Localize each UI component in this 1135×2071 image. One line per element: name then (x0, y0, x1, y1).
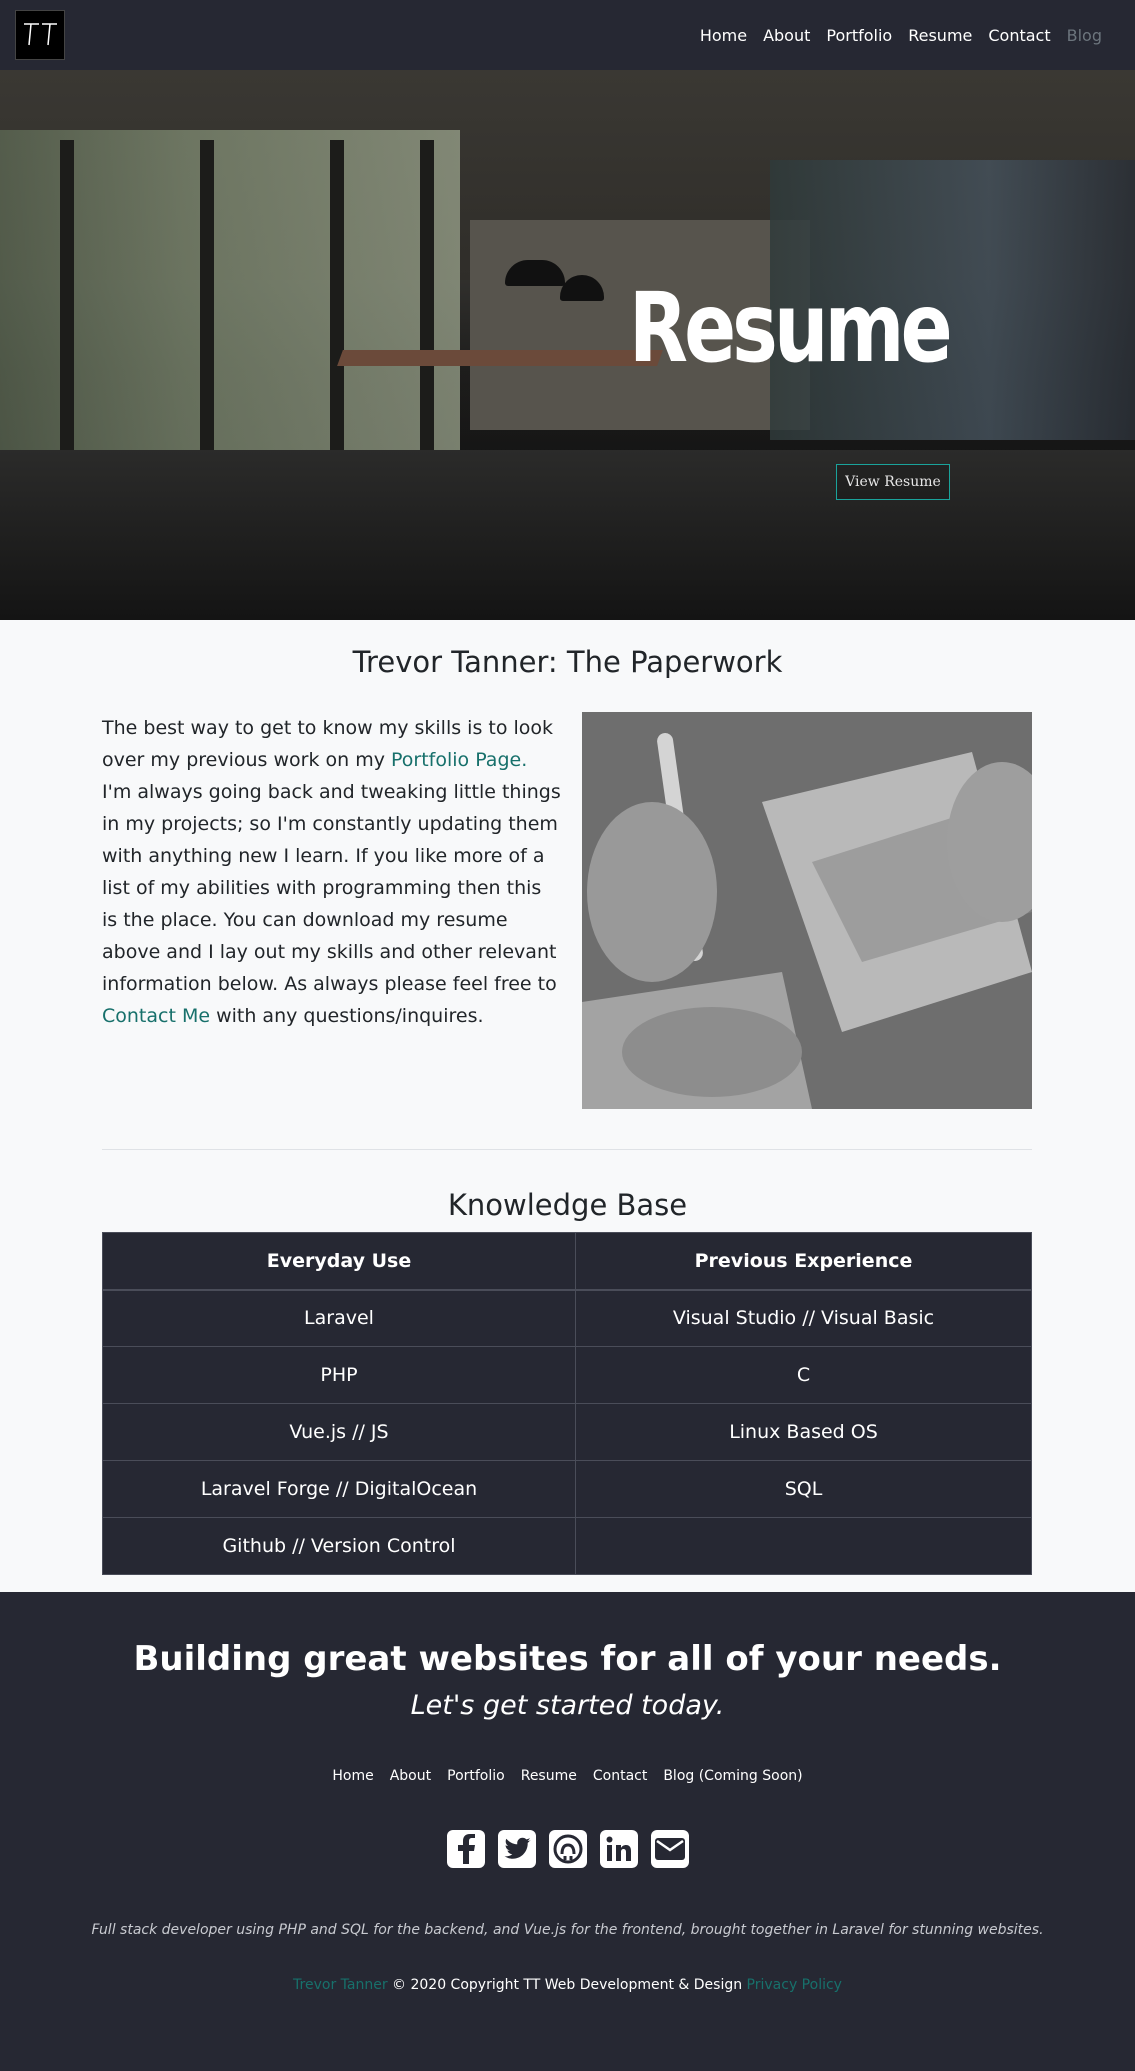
footer-link-contact[interactable]: Contact (593, 1768, 647, 1784)
hero-banner: Resume View Resume (0, 70, 1135, 620)
hero-title: Resume (629, 272, 953, 384)
hero-floor (0, 450, 1135, 620)
nav-links: Home About Portfolio Resume Contact Blog (692, 26, 1110, 45)
linkedin-icon[interactable] (599, 1830, 638, 1868)
table-cell: PHP (102, 1346, 576, 1404)
social-links (0, 1830, 1135, 1868)
footer-link-about[interactable]: About (390, 1768, 431, 1784)
table-cell: Linux Based OS (575, 1403, 1032, 1461)
hero-conference-table (337, 350, 663, 366)
copyright-text: © 2020 Copyright TT Web Development & De… (387, 1977, 747, 1993)
table-cell: Vue.js // JS (102, 1403, 576, 1461)
footer-heading: Building great websites for all of your … (133, 1639, 1002, 1679)
table-cell (575, 1517, 1032, 1575)
footer: Building great websites for all of your … (0, 1592, 1135, 2071)
footer-link-resume[interactable]: Resume (521, 1768, 577, 1784)
hero-window-frame (200, 140, 214, 450)
navbar: Home About Portfolio Resume Contact Blog (0, 0, 1135, 70)
table-cell: Laravel (102, 1289, 576, 1347)
table-row: PHP C (102, 1346, 1032, 1404)
about-paragraph: The best way to get to know my skills is… (102, 712, 562, 1032)
table-row: Laravel Forge // DigitalOcean SQL (102, 1460, 1032, 1518)
knowledge-base-title: Knowledge Base (447, 1188, 688, 1222)
table-cell: C (575, 1346, 1032, 1404)
portfolio-page-link[interactable]: Portfolio Page. (391, 749, 527, 771)
footer-link-home[interactable]: Home (332, 1768, 373, 1784)
paperwork-title: Trevor Tanner: The Paperwork (352, 645, 783, 679)
footer-subheading: Let's get started today. (410, 1690, 725, 1721)
about-text: with any questions/inquires. (210, 1005, 484, 1027)
footer-description: Full stack developer using PHP and SQL f… (91, 1922, 1044, 1938)
nav-blog[interactable]: Blog (1059, 26, 1110, 45)
nav-home[interactable]: Home (692, 26, 755, 45)
table-header-row: Everyday Use Previous Experience (102, 1232, 1032, 1291)
github-icon[interactable] (548, 1830, 587, 1868)
table-cell: Visual Studio // Visual Basic (575, 1289, 1032, 1347)
section-divider (102, 1149, 1032, 1150)
table-row: Github // Version Control (102, 1517, 1032, 1575)
table-row: Vue.js // JS Linux Based OS (102, 1403, 1032, 1461)
paperwork-photo (582, 712, 1032, 1109)
table-row: Laravel Visual Studio // Visual Basic (102, 1289, 1032, 1347)
privacy-policy-link[interactable]: Privacy Policy (747, 1977, 842, 1993)
envelope-icon[interactable] (650, 1830, 689, 1868)
hero-window-frame (330, 140, 344, 450)
nav-portfolio[interactable]: Portfolio (818, 26, 900, 45)
facebook-icon[interactable] (446, 1830, 485, 1868)
header-everyday-use: Everyday Use (102, 1232, 576, 1291)
contact-me-link[interactable]: Contact Me (102, 1005, 210, 1027)
nav-resume[interactable]: Resume (900, 26, 980, 45)
hero-lamp (505, 260, 565, 286)
table-cell: Github // Version Control (102, 1517, 576, 1575)
about-text: I'm always going back and tweaking littl… (102, 781, 561, 995)
copyright-name-link[interactable]: Trevor Tanner (293, 1977, 388, 1993)
tt-logo-icon (24, 23, 57, 46)
table-cell: SQL (575, 1460, 1032, 1518)
hero-window-frame (420, 140, 434, 450)
view-resume-button[interactable]: View Resume (836, 464, 950, 500)
nav-about[interactable]: About (755, 26, 818, 45)
footer-link-portfolio[interactable]: Portfolio (447, 1768, 505, 1784)
header-previous-experience: Previous Experience (575, 1232, 1032, 1291)
footer-links: Home About Portfolio Resume Contact Blog… (0, 1768, 1135, 1784)
document-signing-image (582, 712, 1032, 1109)
nav-contact[interactable]: Contact (980, 26, 1058, 45)
footer-link-blog[interactable]: Blog (Coming Soon) (663, 1768, 802, 1784)
twitter-icon[interactable] (497, 1830, 536, 1868)
footer-copyright: Trevor Tanner © 2020 Copyright TT Web De… (0, 1977, 1135, 1993)
brand-logo[interactable] (15, 10, 65, 60)
table-cell: Laravel Forge // DigitalOcean (102, 1460, 576, 1518)
knowledge-table: Everyday Use Previous Experience Laravel… (102, 1232, 1032, 1575)
hero-window-frame (60, 140, 74, 450)
